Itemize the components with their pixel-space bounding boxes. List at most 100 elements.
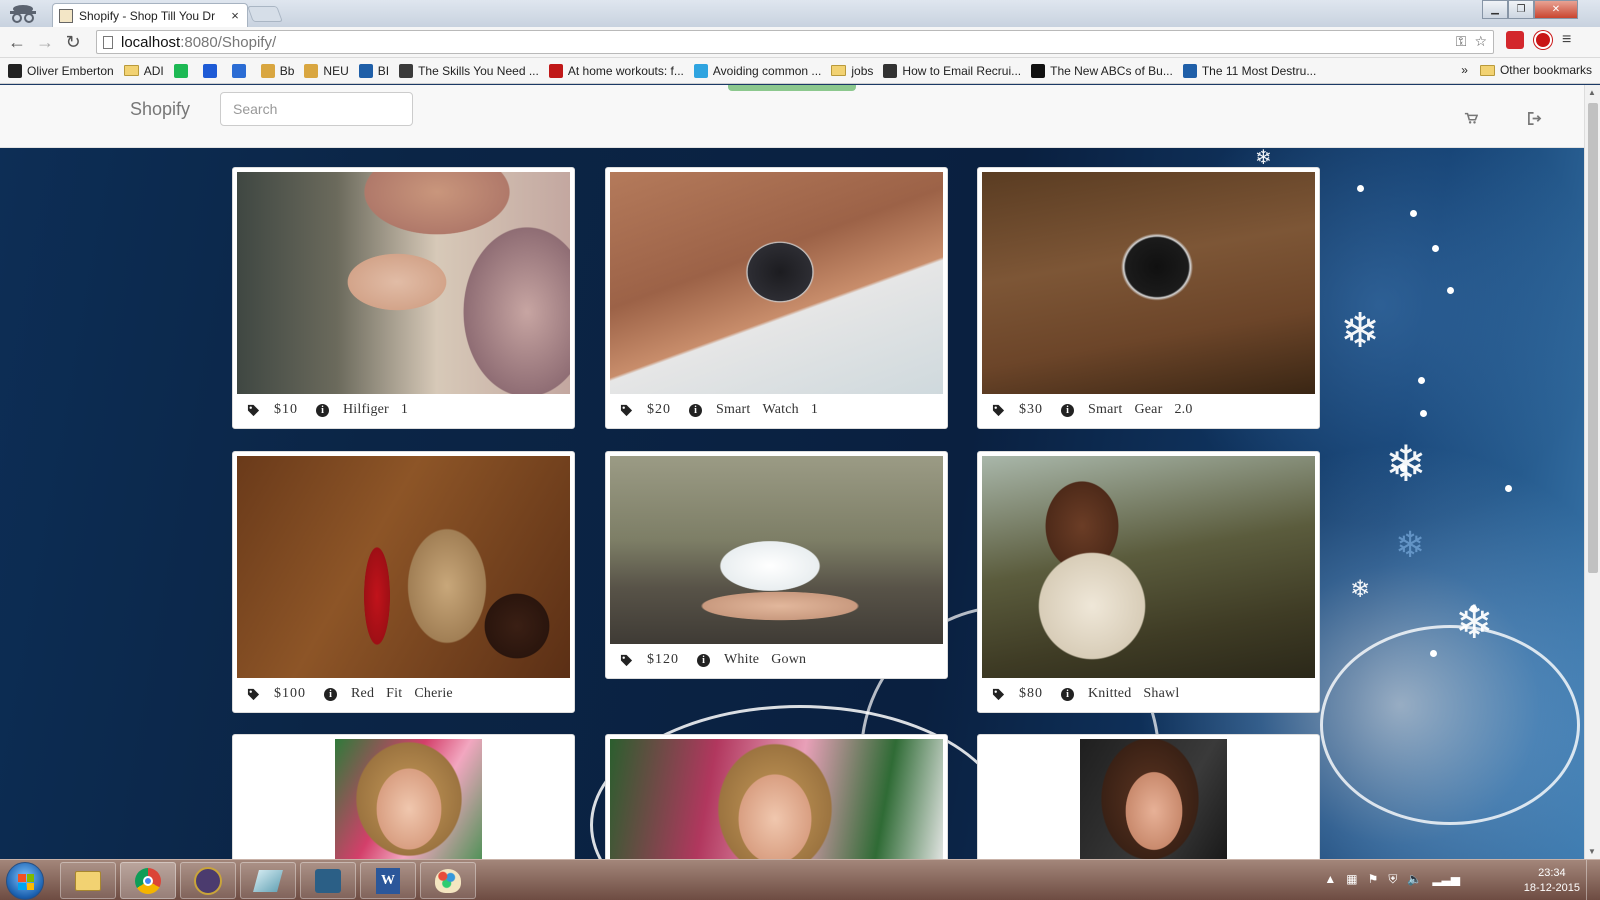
bookmark-item[interactable]: The New ABCs of Bu... [1031, 63, 1173, 78]
bookmark-label: Bb [279, 63, 295, 78]
url-text: localhost:8080/Shopify/ [121, 33, 277, 51]
bookmark-star-icon[interactable]: ☆ [1474, 33, 1487, 50]
bookmark-item[interactable]: The Skills You Need ... [399, 63, 539, 78]
product-card[interactable]: $20 i Smart Watch 1 [605, 167, 948, 429]
back-icon[interactable]: ← [6, 31, 28, 53]
word-taskbar-icon[interactable]: W [360, 862, 416, 899]
tab-close-icon[interactable]: × [229, 8, 241, 23]
volume-icon[interactable]: 🔈 [1407, 872, 1422, 887]
page-icon [103, 35, 113, 49]
product-name-word: Smart [1088, 402, 1123, 417]
product-card[interactable]: $80 i Knitted Shawl [977, 451, 1320, 713]
security-icon[interactable]: ⛨ [1388, 872, 1397, 887]
product-price: $80 [1019, 686, 1043, 701]
search-input[interactable] [220, 92, 413, 126]
bookmark-item[interactable]: ADI [123, 64, 164, 78]
bookmark-item[interactable] [231, 63, 251, 78]
product-image[interactable] [610, 456, 943, 644]
price-tag-icon [992, 404, 1005, 417]
bookmark-favicon-icon [260, 63, 275, 78]
product-card[interactable] [232, 734, 575, 859]
restore-button[interactable]: ❐ [1508, 0, 1534, 19]
bookmark-label: The 11 Most Destru... [1201, 63, 1317, 78]
chrome-menu-icon[interactable]: ≡ [1562, 31, 1571, 49]
snowflake-icon: ❄ [1340, 303, 1381, 359]
forward-icon[interactable]: → [34, 31, 56, 53]
paint-taskbar-icon[interactable] [420, 862, 476, 899]
bookmark-item[interactable]: NEU [304, 63, 349, 78]
bookmark-label: Oliver Emberton [27, 63, 114, 78]
page-scrollbar[interactable]: ▲ ▼ [1584, 85, 1600, 859]
product-image[interactable] [610, 739, 943, 859]
product-name: Smart Watch 1 [716, 402, 830, 418]
info-icon[interactable]: i [689, 403, 702, 417]
new-tab-button[interactable] [247, 6, 283, 22]
bookmark-item[interactable]: Bb [260, 63, 295, 78]
minimize-button[interactable]: ▁ [1482, 0, 1508, 19]
info-icon[interactable]: i [1061, 403, 1074, 417]
product-card[interactable]: $100 i Red Fit Cherie [232, 451, 575, 713]
bookmark-item[interactable]: The 11 Most Destru... [1182, 63, 1317, 78]
reload-icon[interactable]: ↻ [62, 31, 84, 53]
product-image[interactable] [335, 739, 482, 859]
show-desktop-button[interactable] [1586, 860, 1600, 900]
show-hidden-icons-icon[interactable]: ▲ [1324, 872, 1336, 887]
info-icon[interactable]: i [1061, 687, 1074, 701]
network-devices-icon[interactable]: ▦ [1346, 872, 1357, 887]
product-caption: $10 i Hilfiger 1 [237, 394, 570, 426]
product-card[interactable]: $10 i Hilfiger 1 [232, 167, 575, 429]
other-bookmarks[interactable]: Other bookmarks [1479, 63, 1592, 77]
bookmark-favicon-icon [693, 63, 708, 78]
key-icon[interactable]: ⚿ [1456, 33, 1467, 50]
chrome-taskbar-icon[interactable] [120, 862, 176, 899]
bookmark-item[interactable]: How to Email Recrui... [883, 63, 1021, 78]
address-bar[interactable]: localhost:8080/Shopify/ ⚿ ☆ [96, 30, 1494, 54]
product-name-word: Fit [386, 686, 403, 701]
info-icon[interactable]: i [324, 687, 337, 701]
product-card[interactable] [977, 734, 1320, 859]
snowflake-icon: ❄ [1255, 145, 1272, 169]
app-navbar: Shopify [0, 85, 1584, 148]
product-image[interactable] [237, 172, 570, 394]
product-image[interactable] [982, 172, 1315, 394]
explorer-taskbar-icon[interactable] [60, 862, 116, 899]
product-card[interactable]: $30 i Smart Gear 2.0 [977, 167, 1320, 429]
close-window-button[interactable]: ✕ [1534, 0, 1578, 19]
bookmark-item[interactable]: At home workouts: f... [548, 63, 684, 78]
product-image[interactable] [237, 456, 570, 678]
bookmark-item[interactable]: jobs [831, 64, 873, 78]
product-caption: $20 i Smart Watch 1 [610, 394, 943, 426]
adblock-icon[interactable] [1534, 31, 1552, 49]
bookmark-item[interactable]: Avoiding common ... [693, 63, 821, 78]
taskbar-clock[interactable]: 23:34 18-12-2015 [1524, 866, 1580, 896]
brand-logo[interactable]: Shopify [130, 99, 190, 120]
bookmark-item[interactable]: BI [358, 63, 389, 78]
extension-icon[interactable] [1506, 31, 1524, 49]
eclipse-taskbar-icon[interactable] [180, 862, 236, 899]
tab-favicon-icon [59, 8, 73, 23]
product-image[interactable] [1080, 739, 1227, 859]
cart-icon[interactable] [1463, 110, 1479, 126]
bookmarks-overflow-icon[interactable]: » [1461, 63, 1468, 77]
app-taskbar-icon[interactable] [240, 862, 296, 899]
signal-icon[interactable]: ▂▃▅ [1432, 872, 1460, 887]
product-name-word: 1 [810, 402, 819, 417]
bookmark-item[interactable] [173, 63, 193, 78]
browser-tab[interactable]: Shopify - Shop Till You Dr × [52, 3, 248, 27]
mysql-taskbar-icon[interactable] [300, 862, 356, 899]
bookmark-item[interactable]: Oliver Emberton [8, 63, 114, 78]
info-icon[interactable]: i [316, 403, 329, 417]
scrollbar-thumb[interactable] [1588, 103, 1598, 573]
product-image[interactable] [982, 456, 1315, 678]
price-tag-icon [620, 404, 633, 417]
product-card[interactable]: $120 i White Gown [605, 451, 948, 679]
product-image[interactable] [610, 172, 943, 394]
product-card[interactable] [605, 734, 948, 859]
bookmark-favicon-icon [358, 63, 373, 78]
action-center-flag-icon[interactable]: ⚑ [1368, 872, 1379, 887]
bookmark-item[interactable] [202, 63, 222, 78]
logout-icon[interactable] [1526, 110, 1542, 126]
start-button[interactable] [6, 862, 44, 900]
price-tag-icon [992, 688, 1005, 701]
info-icon[interactable]: i [697, 653, 710, 667]
